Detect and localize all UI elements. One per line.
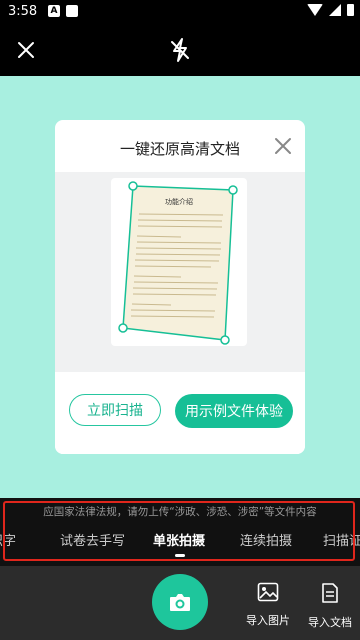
mode-single-shot[interactable]: 单张拍摄 bbox=[153, 530, 205, 549]
status-time: 3:58 bbox=[8, 4, 38, 19]
dialog-title: 一键还原高清文档 bbox=[119, 140, 240, 158]
dialog-header: 一键还原高清文档 bbox=[55, 120, 305, 172]
image-icon bbox=[257, 582, 279, 602]
dialog-close-icon[interactable] bbox=[273, 136, 293, 156]
status-right-icons bbox=[307, 4, 354, 16]
mode-list[interactable]: 识字 试卷去手写 单张拍摄 连续拍摄 扫描证 bbox=[0, 530, 360, 554]
close-icon[interactable] bbox=[14, 38, 38, 62]
preview-card: 功能介绍 bbox=[111, 178, 247, 346]
wifi-icon bbox=[307, 4, 323, 16]
sample-document-illustration: 功能介绍 bbox=[118, 181, 238, 345]
flash-off-icon[interactable] bbox=[166, 36, 194, 64]
dialog-preview: 功能介绍 bbox=[55, 172, 305, 372]
mode-remove-handwriting[interactable]: 试卷去手写 bbox=[60, 530, 125, 549]
mode-text-recognition[interactable]: 识字 bbox=[0, 530, 16, 549]
app-notification-icon: A bbox=[48, 5, 60, 17]
bottom-bar: 导入图片 导入文档 bbox=[0, 566, 360, 640]
import-image-label: 导入图片 bbox=[246, 614, 290, 627]
document-icon bbox=[322, 583, 338, 603]
camera-viewfinder: 一键还原高清文档 功能介绍 立即扫描 用示例文件体验 bbox=[0, 76, 360, 498]
active-mode-indicator bbox=[175, 554, 185, 557]
top-bar bbox=[0, 24, 360, 76]
try-sample-button[interactable]: 用示例文件体验 bbox=[175, 394, 293, 428]
scan-now-button[interactable]: 立即扫描 bbox=[69, 394, 161, 426]
legal-notice: 应国家法律法规，请勿上传“涉政、涉恐、涉密”等文件内容 bbox=[43, 506, 317, 518]
shutter-button[interactable] bbox=[152, 574, 208, 630]
mode-scan-id[interactable]: 扫描证 bbox=[323, 530, 360, 549]
preview-doc-title: 功能介绍 bbox=[165, 197, 193, 206]
import-image-button[interactable]: 导入图片 bbox=[242, 582, 294, 628]
notification-icon bbox=[66, 5, 78, 17]
import-document-button[interactable]: 导入文档 bbox=[304, 582, 356, 630]
mode-selector: 应国家法律法规，请勿上传“涉政、涉恐、涉密”等文件内容 识字 试卷去手写 单张拍… bbox=[0, 498, 360, 566]
dialog-footer: 立即扫描 用示例文件体验 bbox=[55, 372, 305, 454]
guide-dialog: 一键还原高清文档 功能介绍 立即扫描 用示例文件体验 bbox=[55, 120, 305, 454]
import-document-label: 导入文档 bbox=[308, 616, 352, 629]
camera-icon bbox=[170, 594, 190, 611]
status-bar: 3:58 A bbox=[0, 0, 360, 24]
mode-continuous-shot[interactable]: 连续拍摄 bbox=[240, 530, 292, 549]
cellular-icon bbox=[329, 4, 341, 16]
battery-icon bbox=[347, 4, 354, 16]
